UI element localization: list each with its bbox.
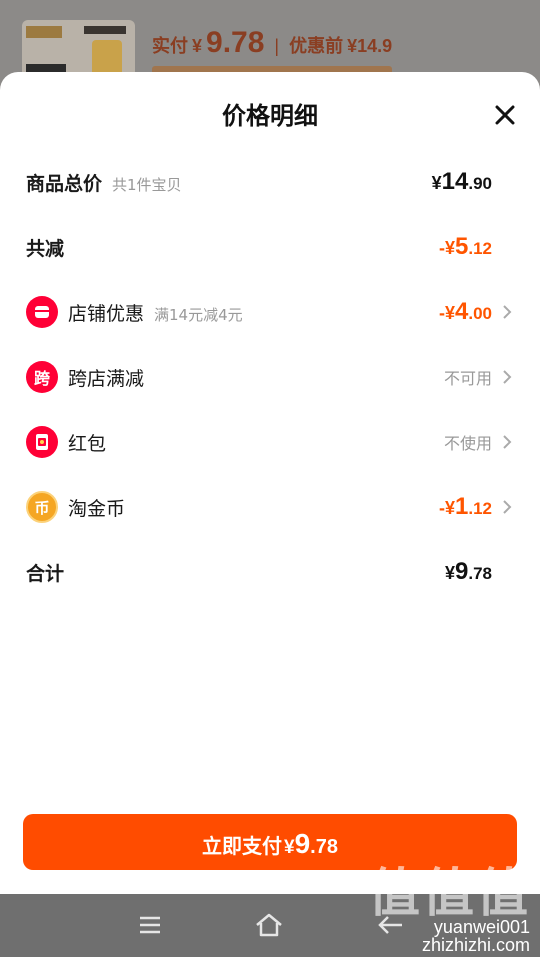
red-packet-status: 不使用 <box>443 434 492 453</box>
coins-amount: -¥ 1.12 <box>439 493 492 521</box>
cross-store-icon-text: 跨 <box>33 369 50 388</box>
total-amount: ¥14.90 <box>432 168 492 196</box>
chevron-right-icon <box>500 304 514 320</box>
background-price-prefix: 实付 <box>152 36 188 56</box>
pay-now-label: 立即支付 <box>202 834 283 858</box>
menu-button[interactable] <box>133 910 167 940</box>
pay-now-symbol: ¥ <box>284 837 295 858</box>
shop-symbol: -¥ <box>438 303 455 323</box>
background-price-symbol: ¥ <box>192 36 203 56</box>
coins-symbol: -¥ <box>438 498 455 518</box>
row-red-packet[interactable]: 红包 不使用 <box>0 422 540 462</box>
cross-store-label: 跨店满减 <box>68 367 145 390</box>
row-cross-store[interactable]: 跨 跨店满减 不可用 <box>0 357 540 397</box>
menu-icon <box>140 916 160 934</box>
watermark-site: zhizhizhi.com <box>421 935 530 955</box>
sum-symbol: ¥ <box>444 563 455 583</box>
chevron-right-icon <box>500 499 514 515</box>
sum-dec: .78 <box>468 564 492 583</box>
total-label-text: 商品总价 <box>26 172 103 195</box>
background-price: 实付 ¥ 9.78 | 优惠前 ¥14.9 <box>152 26 392 60</box>
background-before-label: 优惠前 <box>289 36 344 56</box>
chevron-right-icon <box>500 434 514 450</box>
pay-now-int: 9 <box>294 828 311 859</box>
coin-icon-text: 币 <box>34 498 50 517</box>
shop-dec: .00 <box>468 304 492 323</box>
sum-label: 合计 <box>26 562 65 585</box>
price-detail-sheet: 价格明细 商品总价 共1件宝贝 ¥14.90 共减 -¥ 5.12 店铺优惠 满14元… <box>0 72 540 894</box>
row-shop-discount[interactable]: 店铺优惠 满14元减4元 -¥ 4.00 <box>0 292 540 332</box>
coins-label: 淘金币 <box>68 497 126 520</box>
shop-discount-text: 店铺优惠 <box>68 302 145 325</box>
background-before-value: ¥14.9 <box>347 36 393 56</box>
reduction-int: 5 <box>455 233 469 260</box>
watermark: 值值值 yuanwei001 zhizhizhi.com <box>367 864 530 954</box>
total-label: 商品总价 共1件宝贝 <box>26 169 182 196</box>
product-thumbnail <box>22 20 135 80</box>
shop-discount-label: 店铺优惠 满14元减4元 <box>68 299 243 326</box>
home-button[interactable] <box>252 910 286 940</box>
row-total: 商品总价 共1件宝贝 ¥14.90 <box>0 162 540 202</box>
close-button[interactable] <box>490 100 520 130</box>
shop-int: 4 <box>455 298 469 325</box>
background-divider: | <box>274 36 280 56</box>
row-reduction: 共减 -¥ 5.12 <box>0 227 540 267</box>
reduction-label: 共减 <box>26 237 65 260</box>
watermark-text: yuanwei001 zhizhizhi.com <box>370 918 530 954</box>
close-icon <box>495 105 515 125</box>
shop-icon <box>26 296 58 328</box>
total-symbol: ¥ <box>431 173 442 193</box>
watermark-user: yuanwei001 <box>433 917 530 937</box>
chevron-right-icon <box>500 369 514 385</box>
total-int: 14 <box>441 168 469 195</box>
reduction-dec: .12 <box>468 239 492 258</box>
row-coins[interactable]: 币 淘金币 -¥ 1.12 <box>0 487 540 527</box>
sheet-title: 价格明细 <box>222 102 318 130</box>
reduction-symbol: -¥ <box>438 238 455 258</box>
shop-discount-amount: -¥ 4.00 <box>439 298 492 326</box>
cross-store-icon: 跨 <box>26 361 58 393</box>
row-sum: 合计 ¥9.78 <box>0 552 540 592</box>
watermark-logo: 值值值 <box>367 864 530 924</box>
total-sub: 共1件宝贝 <box>112 175 182 194</box>
coins-dec: .12 <box>468 499 492 518</box>
sum-int: 9 <box>455 558 469 585</box>
red-packet-label: 红包 <box>68 432 107 455</box>
shop-discount-sub: 满14元减4元 <box>154 305 243 324</box>
sum-amount: ¥9.78 <box>445 558 492 586</box>
home-icon <box>256 913 282 937</box>
background-price-value: 9.78 <box>206 26 265 59</box>
total-dec: .90 <box>468 174 492 193</box>
reduction-amount: -¥ 5.12 <box>439 233 492 261</box>
cross-store-status: 不可用 <box>443 369 492 388</box>
coin-icon: 币 <box>26 491 58 523</box>
pay-now-button[interactable]: 立即支付 ¥ 9 .78 <box>23 814 517 870</box>
coins-int: 1 <box>455 493 469 520</box>
red-packet-icon <box>26 426 58 458</box>
pay-now-dec: .78 <box>310 836 338 858</box>
